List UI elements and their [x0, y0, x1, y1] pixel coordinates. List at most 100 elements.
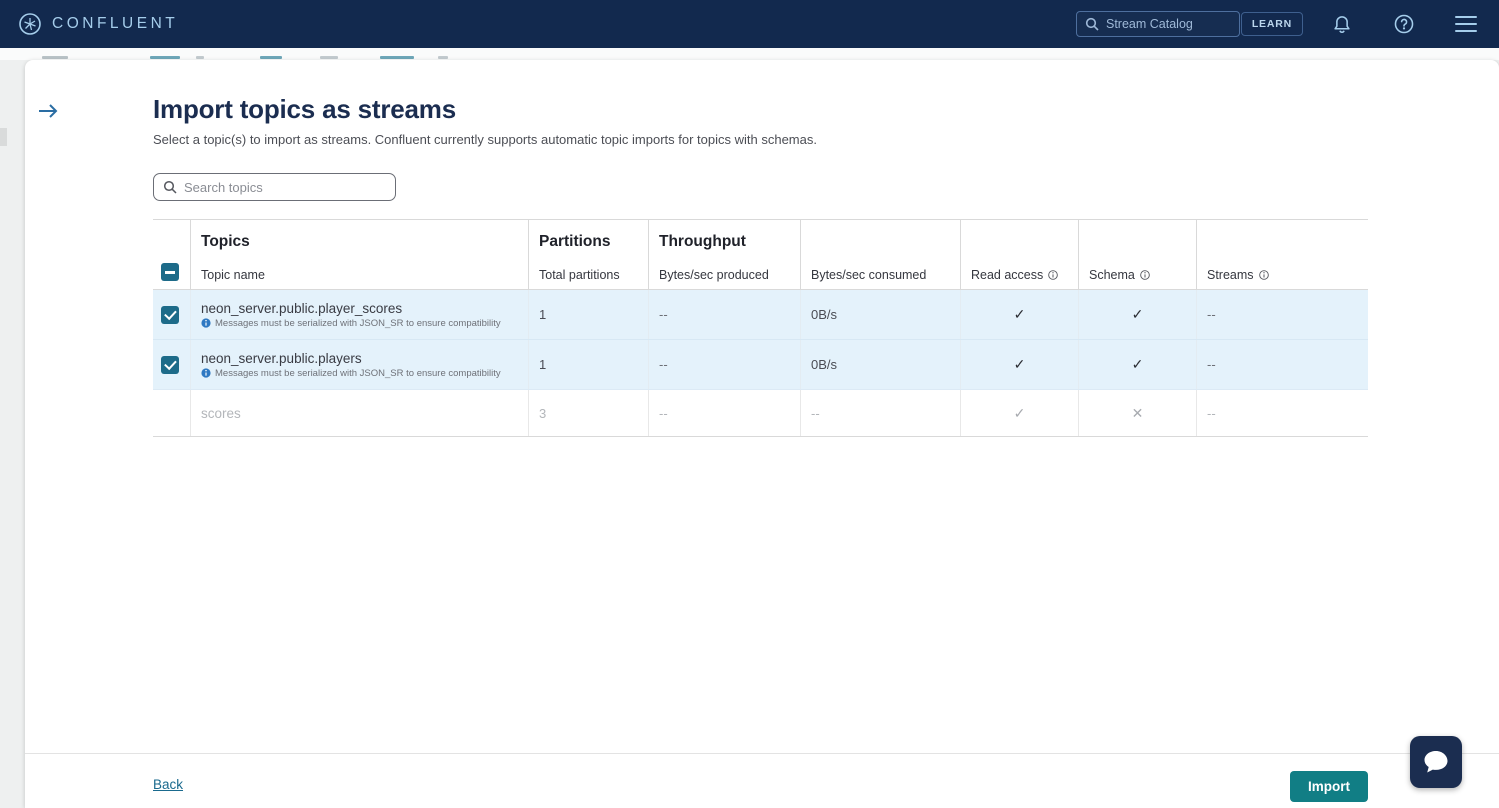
topic-name: neon_server.public.players [201, 351, 362, 366]
topic-name: scores [201, 406, 241, 421]
consumed-cell: -- [800, 390, 960, 436]
streams-cell: -- [1196, 290, 1368, 339]
back-link[interactable]: Back [153, 777, 183, 792]
page-subtitle: Select a topic(s) to import as streams. … [153, 132, 817, 147]
stream-catalog-search[interactable] [1076, 11, 1240, 37]
partitions-cell: 1 [528, 340, 648, 389]
info-icon[interactable] [1048, 270, 1058, 280]
header-col-topics: Topics Topic name [190, 220, 528, 289]
streams-cell: -- [1196, 340, 1368, 389]
consumed-cell: 0B/s [800, 340, 960, 389]
check-icon: ✓ [1014, 306, 1026, 323]
topic-note-text: Messages must be serialized with JSON_SR… [215, 318, 501, 329]
schema-cell: ✓ [1078, 340, 1196, 389]
check-icon: ✓ [1014, 356, 1026, 373]
table-row: scores 3 -- -- ✓ ✕ -- [153, 390, 1368, 437]
breadcrumb-clipped-text [380, 56, 414, 59]
chat-widget-button[interactable] [1410, 736, 1462, 788]
confluent-mark-icon [18, 12, 42, 36]
row-checkbox[interactable] [161, 356, 179, 374]
speech-bubble-icon [1421, 748, 1451, 776]
search-icon [1085, 17, 1099, 31]
info-icon[interactable] [1259, 270, 1269, 280]
page: CONFLUENT LEARN [0, 0, 1499, 808]
learn-button[interactable]: LEARN [1241, 12, 1303, 36]
col-header-total-partitions: Total partitions [529, 259, 648, 289]
row-checkbox-cell [153, 340, 190, 389]
partitions-cell: 1 [528, 290, 648, 339]
read-access-cell: ✓ [960, 390, 1078, 436]
brand-name: CONFLUENT [52, 15, 178, 33]
notifications-bell-icon[interactable] [1331, 13, 1353, 35]
table-header: Topics Topic name Partitions Total parti… [153, 219, 1368, 290]
row-checkbox-cell [153, 290, 190, 339]
page-title: Import topics as streams [153, 94, 456, 125]
group-header-topics: Topics [191, 220, 528, 259]
topics-table: Topics Topic name Partitions Total parti… [153, 219, 1368, 437]
info-icon [201, 318, 211, 328]
partitions-cell: 3 [528, 390, 648, 436]
read-access-cell: ✓ [960, 340, 1078, 389]
topic-note: Messages must be serialized with JSON_SR… [201, 368, 501, 379]
consumed-cell: 0B/s [800, 290, 960, 339]
produced-cell: -- [648, 390, 800, 436]
check-icon: ✓ [1014, 405, 1026, 422]
read-access-cell: ✓ [960, 290, 1078, 339]
header-col-partitions: Partitions Total partitions [528, 220, 648, 289]
table-row[interactable]: neon_server.public.players Messages must… [153, 340, 1368, 390]
search-topics-input[interactable] [184, 180, 374, 195]
header-col-read-access: Read access [960, 220, 1078, 289]
table-row[interactable]: neon_server.public.player_scores Message… [153, 290, 1368, 340]
breadcrumb-clipped-text [438, 56, 448, 59]
streams-cell: -- [1196, 390, 1368, 436]
check-icon: ✓ [1132, 356, 1144, 373]
info-icon[interactable] [1140, 270, 1150, 280]
topic-note: Messages must be serialized with JSON_SR… [201, 318, 501, 329]
col-header-bytes-consumed: Bytes/sec consumed [801, 259, 960, 289]
group-header-throughput: Throughput [649, 220, 800, 259]
group-header-partitions: Partitions [529, 220, 648, 259]
breadcrumb-clipped-text [42, 56, 68, 59]
topic-note-text: Messages must be serialized with JSON_SR… [215, 368, 501, 379]
topic-cell: scores [190, 390, 528, 436]
stream-catalog-input[interactable] [1106, 17, 1226, 31]
occluded-sidebar-edge [0, 128, 7, 146]
search-icon [163, 180, 177, 194]
schema-cell: ✓ [1078, 290, 1196, 339]
confluent-logo[interactable]: CONFLUENT [18, 12, 178, 36]
menu-hamburger-icon[interactable] [1455, 13, 1477, 35]
header-col-streams: Streams [1196, 220, 1368, 289]
topic-cell: neon_server.public.player_scores Message… [190, 290, 528, 339]
select-all-checkbox[interactable] [161, 263, 179, 281]
topic-cell: neon_server.public.players Messages must… [190, 340, 528, 389]
help-icon[interactable] [1393, 13, 1415, 35]
header-col-produced: Throughput Bytes/sec produced [648, 220, 800, 289]
schema-cell: ✕ [1078, 390, 1196, 436]
col-header-topic-name: Topic name [191, 259, 528, 289]
col-header-schema: Schema [1089, 268, 1135, 282]
header-col-schema: Schema [1078, 220, 1196, 289]
breadcrumb [0, 48, 1499, 60]
breadcrumb-clipped-text [320, 56, 338, 59]
x-icon: ✕ [1132, 405, 1144, 422]
row-checkbox-cell [153, 390, 190, 436]
info-icon [201, 368, 211, 378]
col-header-streams: Streams [1207, 268, 1254, 282]
topic-name: neon_server.public.player_scores [201, 301, 402, 316]
produced-cell: -- [648, 290, 800, 339]
breadcrumb-clipped-text [196, 56, 204, 59]
header-col-consumed: Bytes/sec consumed [800, 220, 960, 289]
col-header-read-access: Read access [971, 268, 1043, 282]
header-checkbox-cell [153, 220, 190, 289]
search-topics-box[interactable] [153, 173, 396, 201]
import-topics-panel: Import topics as streams Select a topic(… [25, 60, 1499, 808]
top-navbar: CONFLUENT LEARN [0, 0, 1499, 48]
produced-cell: -- [648, 340, 800, 389]
import-button[interactable]: Import [1290, 771, 1368, 802]
col-header-bytes-produced: Bytes/sec produced [649, 259, 800, 289]
row-checkbox[interactable] [161, 306, 179, 324]
check-icon: ✓ [1132, 306, 1144, 323]
breadcrumb-clipped-text [150, 56, 180, 59]
collapse-panel-arrow-icon[interactable] [35, 98, 61, 124]
footer-divider [25, 753, 1499, 754]
